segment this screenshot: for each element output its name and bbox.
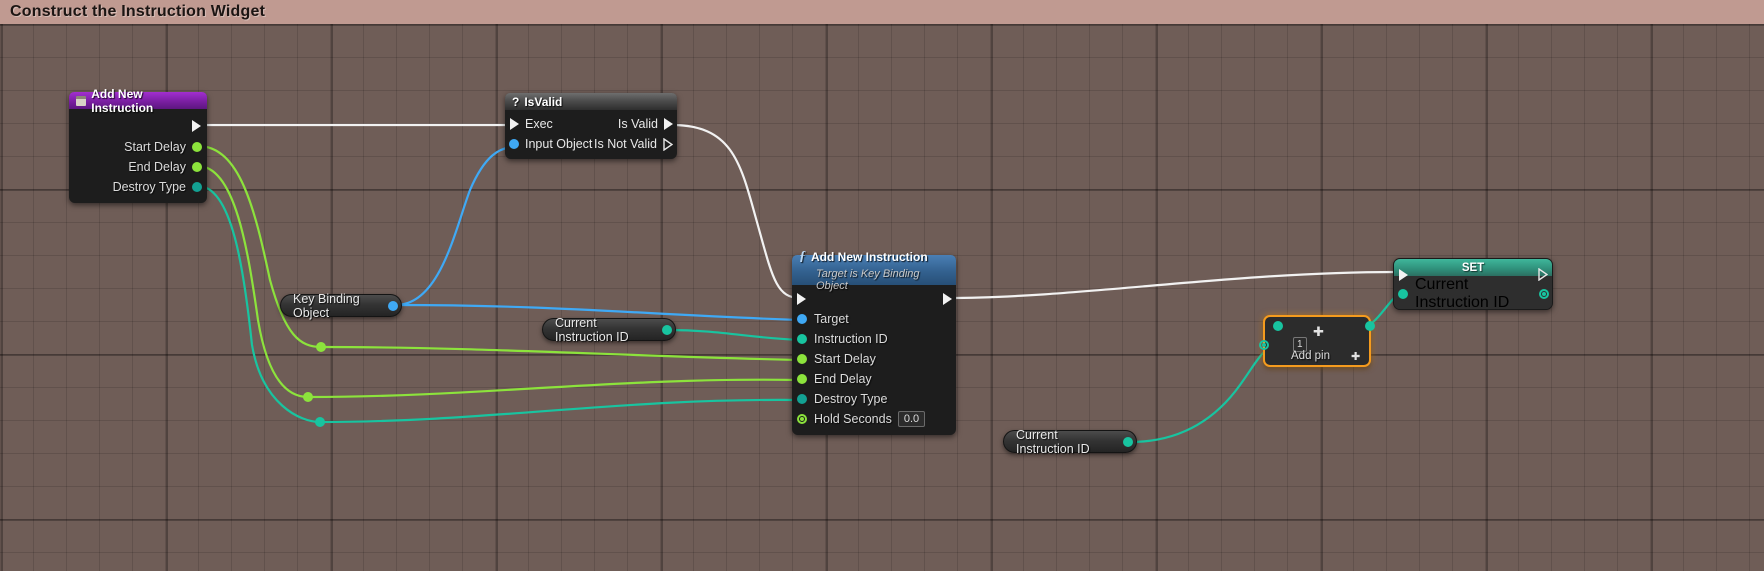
pin-row-instruction-id[interactable]: Instruction ID (792, 329, 956, 349)
page-title: Construct the Instruction Widget (10, 3, 266, 20)
pin-label: Instruction ID (814, 332, 888, 346)
question-mark-icon: ? (512, 94, 520, 109)
array-element-out-pin-top[interactable] (1365, 321, 1375, 331)
pin-row-target[interactable]: Target (792, 309, 956, 329)
pin-label: End Delay (128, 160, 186, 174)
node-set-current-instruction-id[interactable]: SET Current Instruction ID (1393, 258, 1553, 310)
node-fn-add-new-instruction[interactable]: ƒ Add New Instruction Target is Key Bind… (792, 249, 956, 435)
start-delay-out-pin[interactable] (192, 142, 202, 152)
is-not-valid-exec-out-pin[interactable] (663, 137, 673, 151)
pin-label: Exec (525, 117, 553, 131)
reroute-destroy-type[interactable] (315, 417, 325, 427)
pin-label: Current Instruction ID (1415, 276, 1510, 310)
pin-row-exec-out[interactable] (69, 115, 207, 137)
pin-row-start-delay[interactable]: Start Delay (792, 349, 956, 369)
pin-label: Hold Seconds (814, 412, 892, 426)
node-subtitle: Target is Key Binding Object (816, 267, 920, 292)
function-f-icon: ƒ (799, 248, 806, 264)
node-title: Add New Instruction (811, 249, 928, 264)
plus-icon[interactable]: ✚ (1313, 325, 1324, 338)
pin-label: Start Delay (124, 140, 186, 154)
destroy-type-pin[interactable] (797, 394, 807, 404)
pin-row-hold-seconds[interactable]: Hold Seconds 0.0 (792, 409, 956, 429)
key-binding-object-out-pin[interactable] (388, 300, 398, 311)
node-title: Add New Instruction (91, 86, 154, 115)
node-event-add-new-instruction[interactable]: Add New Instruction Start Delay End Dela… (69, 87, 207, 203)
is-valid-exec-out-pin[interactable] (664, 118, 673, 130)
current-instruction-id-getter-1[interactable]: Current Instruction ID (542, 315, 676, 344)
getter-label: Current Instruction ID (555, 315, 629, 344)
exec-in-pin[interactable] (510, 118, 519, 130)
exec-out-pin[interactable] (192, 120, 201, 132)
pin-label: Destroy Type (814, 392, 888, 406)
graph-comment-banner: Construct the Instruction Widget (0, 0, 1764, 24)
input-object-pin[interactable] (509, 139, 519, 149)
current-instruction-id-getter-2[interactable]: Current Instruction ID (1003, 427, 1137, 456)
destroy-type-out-pin[interactable] (192, 182, 202, 192)
getter-label: Current Instruction ID (1016, 427, 1090, 456)
node-title: SET (1461, 261, 1485, 274)
end-delay-pin[interactable] (797, 374, 807, 384)
current-instruction-id-out-pin[interactable] (662, 324, 672, 335)
pin-label: Target (814, 312, 849, 326)
current-instruction-id-in-pin[interactable] (1398, 289, 1408, 299)
event-node-icon (76, 95, 87, 106)
pin-row-end-delay[interactable]: End Delay (792, 369, 956, 389)
pin-label: Is Valid (617, 117, 658, 131)
instruction-id-pin[interactable] (797, 334, 807, 344)
getter-label: Key Binding Object (293, 291, 360, 320)
pin-row-end-delay[interactable]: End Delay (69, 157, 207, 177)
node-header: Add New Instruction (69, 87, 207, 115)
node-is-valid[interactable]: ? IsValid Exec Is Valid Input Object Is … (505, 93, 677, 159)
current-instruction-id-out-pin[interactable] (1539, 289, 1549, 299)
pin-row-destroy-type[interactable]: Destroy Type (792, 389, 956, 409)
target-pin[interactable] (797, 314, 807, 324)
node-make-array-selected[interactable]: 1 ✚ Add pin ✚ (1259, 315, 1375, 367)
exec-in-pin[interactable] (797, 293, 806, 305)
exec-out-pin[interactable] (943, 293, 952, 305)
key-binding-object-getter[interactable]: Key Binding Object (280, 291, 402, 320)
pin-row-destroy-type[interactable]: Destroy Type (69, 177, 207, 197)
pin-label: End Delay (814, 372, 872, 386)
hold-seconds-pin[interactable] (797, 414, 807, 424)
node-header: ? IsValid (505, 93, 677, 110)
reroute-end-delay[interactable] (303, 392, 313, 402)
reroute-start-delay[interactable] (316, 342, 326, 352)
node-header: ƒ Add New Instruction Target is Key Bind… (792, 249, 956, 292)
array-element-out-pin-bottom[interactable] (1273, 321, 1283, 331)
hold-seconds-input[interactable]: 0.0 (897, 411, 926, 427)
pin-label: Is Not Valid (594, 137, 657, 151)
exec-out-pin[interactable] (1538, 268, 1548, 281)
pin-label: Input Object (525, 137, 593, 151)
pin-label: Start Delay (814, 352, 876, 366)
pin-row-start-delay[interactable]: Start Delay (69, 137, 207, 157)
start-delay-pin[interactable] (797, 354, 807, 364)
add-pin-label[interactable]: Add pin (1291, 350, 1330, 362)
pin-label: Destroy Type (112, 180, 186, 194)
node-title: IsValid (524, 94, 563, 109)
end-delay-out-pin[interactable] (192, 162, 202, 172)
current-instruction-id-out-pin[interactable] (1123, 436, 1133, 447)
array-element-in-pin[interactable] (1259, 340, 1269, 350)
add-pin-plus-icon[interactable]: ✚ (1351, 352, 1360, 363)
